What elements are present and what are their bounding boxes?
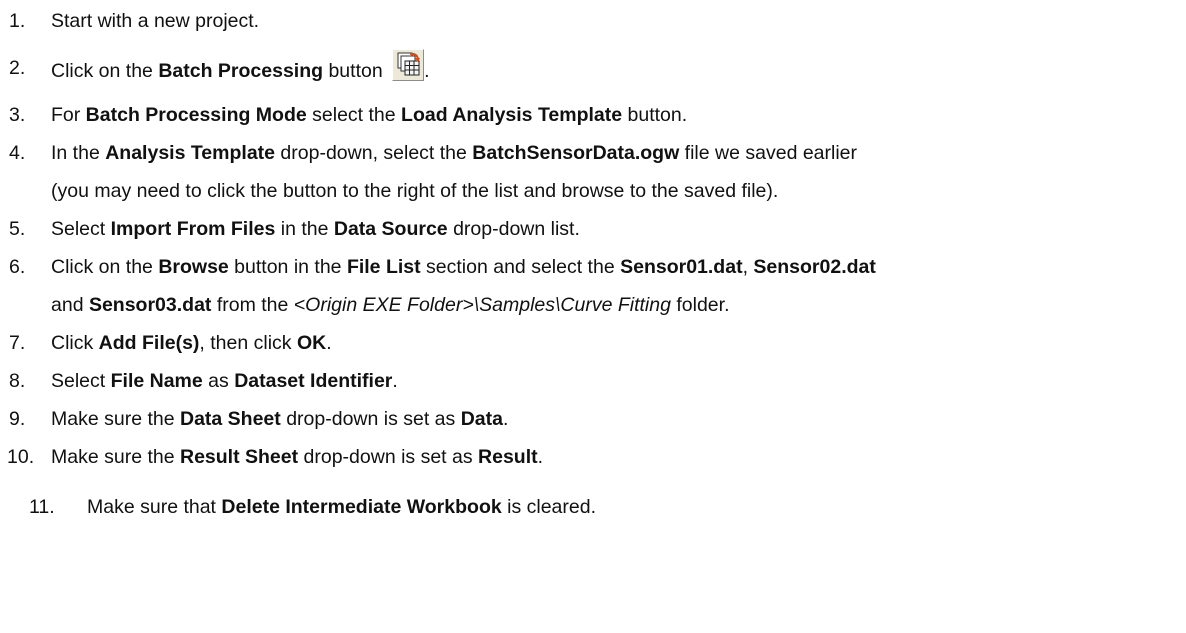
step-number: 1.	[9, 10, 26, 32]
step-text: and Sensor03.dat from the <Origin EXE Fo…	[51, 294, 730, 316]
step-text: Select File Name as Dataset Identifier.	[51, 370, 398, 392]
step-text: Select Import From Files in the Data Sou…	[51, 218, 580, 240]
step-text: Make sure the Data Sheet drop-down is se…	[51, 408, 509, 430]
step-number: 3.	[9, 104, 26, 126]
step-text: Make sure that Delete Intermediate Workb…	[87, 496, 596, 518]
step-text: In the Analysis Template drop-down, sele…	[51, 142, 858, 164]
step-text: For Batch Processing Mode select the Loa…	[51, 104, 688, 126]
step-text: (you may need to click the button to the…	[51, 180, 779, 202]
step-number: 10.	[7, 446, 35, 468]
step-number: 5.	[9, 218, 26, 240]
step-number: 7.	[9, 332, 26, 354]
step-number: 6.	[9, 256, 26, 278]
folder-path: <Origin EXE Folder>\Samples\Curve Fittin…	[293, 294, 671, 316]
step-text: Click on the Browse button in the File L…	[51, 256, 876, 278]
step-text: Click on the Batch Processing button .	[51, 49, 430, 90]
batch-processing-icon	[392, 49, 425, 81]
step-number: 2.	[9, 57, 26, 79]
step-text: Make sure the Result Sheet drop-down is …	[51, 446, 544, 468]
step-number: 8.	[9, 370, 26, 392]
step-number: 9.	[9, 408, 26, 430]
step-number: 4.	[9, 142, 26, 164]
step-number: 11.	[29, 496, 55, 518]
step-text: Click Add File(s), then click OK.	[51, 332, 332, 354]
step-text: Start with a new project.	[51, 10, 260, 32]
